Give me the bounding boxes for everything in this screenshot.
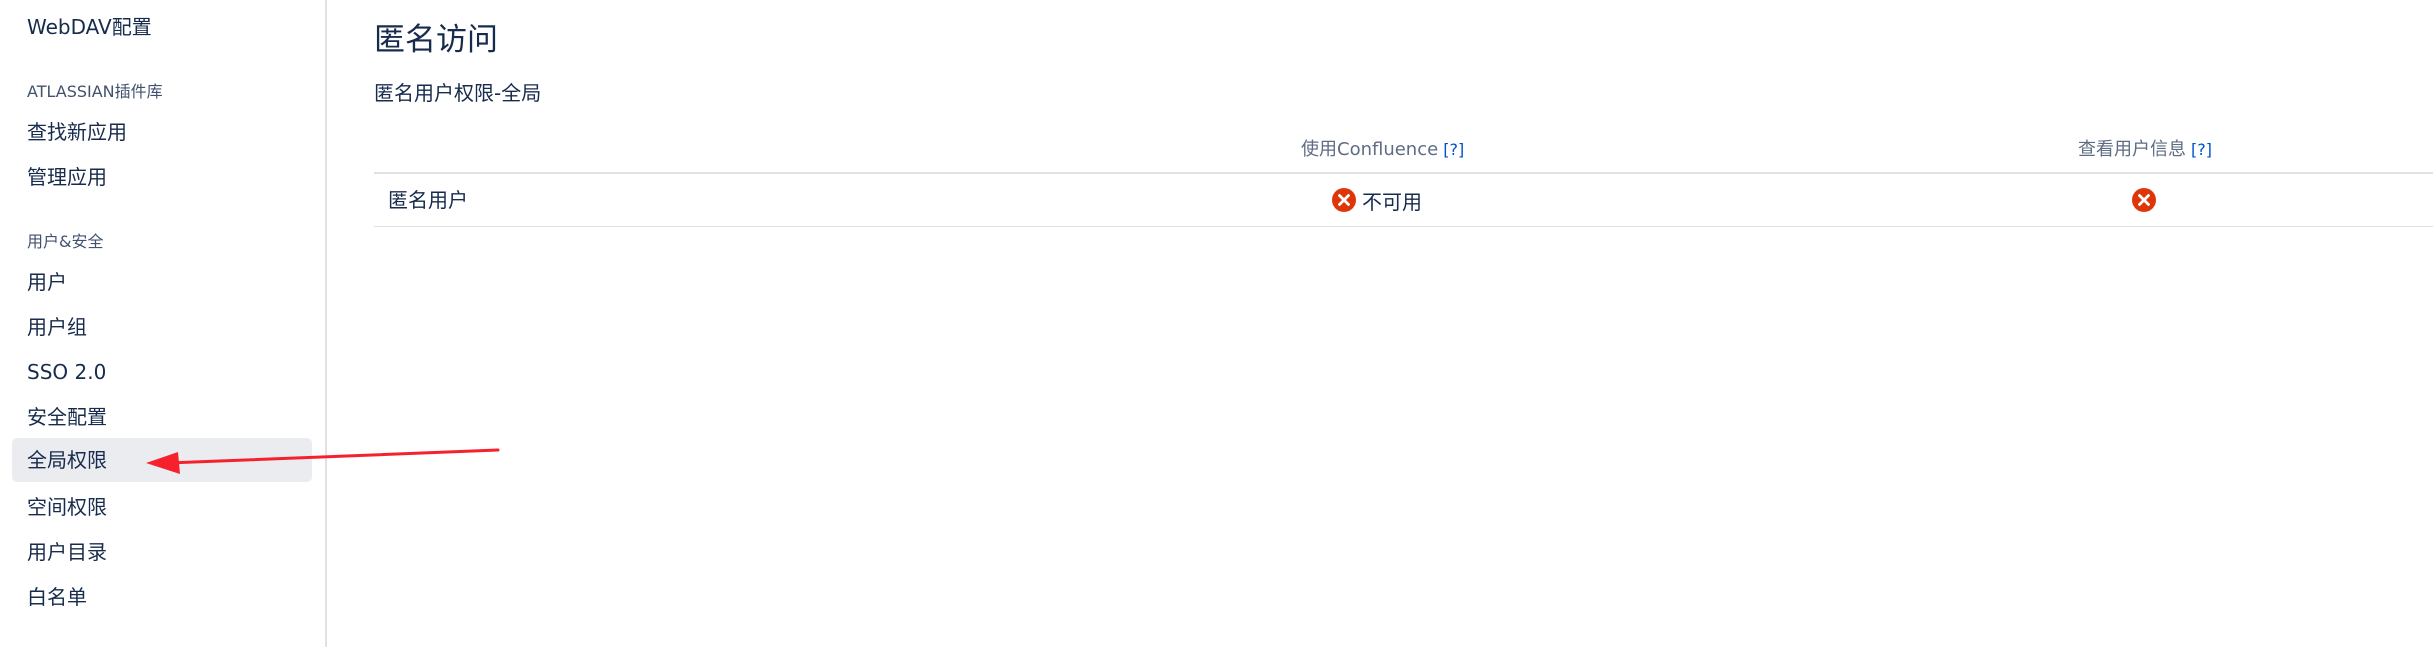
disabled-x-icon xyxy=(1332,188,1356,212)
table-row: 匿名用户 不可用 xyxy=(374,174,2433,227)
sidebar-section-users-security: 用户&安全 xyxy=(27,232,104,251)
sidebar-item-global-permissions[interactable]: 全局权限 xyxy=(12,438,312,482)
sidebar-item-space-permissions[interactable]: 空间权限 xyxy=(12,485,312,529)
column-header-view-user-profile: 查看用户信息 [?] xyxy=(2078,136,2212,164)
sidebar-item-groups[interactable]: 用户组 xyxy=(12,305,312,349)
help-link[interactable]: [?] xyxy=(2191,140,2212,159)
sidebar-item-webdav-config[interactable]: WebDAV配置 xyxy=(12,5,312,49)
unavailable-label: 不可用 xyxy=(1362,189,1422,214)
disabled-x-icon xyxy=(2132,188,2156,212)
help-link[interactable]: [?] xyxy=(1443,140,1464,159)
sidebar-item-users[interactable]: 用户 xyxy=(12,260,312,304)
cell-view-user-profile xyxy=(2132,186,2156,214)
column-header-label: 查看用户信息 xyxy=(2078,139,2186,160)
page-title: 匿名访问 xyxy=(374,22,498,58)
sidebar-item-security-config[interactable]: 安全配置 xyxy=(12,395,312,439)
admin-sidebar: WebDAV配置 ATLASSIAN插件库 查找新应用 管理应用 用户&安全 用… xyxy=(0,0,327,647)
column-header-use-confluence: 使用Confluence [?] xyxy=(1301,136,1464,164)
anonymous-permissions-table: 使用Confluence [?] 查看用户信息 [?] 匿名用户 不可用 xyxy=(374,128,2433,227)
column-header-label: 使用Confluence xyxy=(1301,139,1439,160)
main-content: 匿名访问 匿名用户权限-全局 使用Confluence [?] 查看用户信息 [?]… xyxy=(374,0,2433,647)
table-header-row: 使用Confluence [?] 查看用户信息 [?] xyxy=(374,128,2433,174)
sidebar-section-atlassian-marketplace: ATLASSIAN插件库 xyxy=(27,82,163,101)
cell-use-confluence: 不可用 xyxy=(1332,186,1422,214)
sidebar-item-sso[interactable]: SSO 2.0 xyxy=(12,350,312,394)
row-label-anonymous-users: 匿名用户 xyxy=(388,188,468,212)
app-window: WebDAV配置 ATLASSIAN插件库 查找新应用 管理应用 用户&安全 用… xyxy=(0,0,2433,647)
section-title: 匿名用户权限-全局 xyxy=(374,81,542,105)
sidebar-item-find-new-apps[interactable]: 查找新应用 xyxy=(12,110,312,154)
sidebar-item-whitelist[interactable]: 白名单 xyxy=(12,575,312,619)
sidebar-item-user-directories[interactable]: 用户目录 xyxy=(12,530,312,574)
sidebar-item-manage-apps[interactable]: 管理应用 xyxy=(12,155,312,199)
